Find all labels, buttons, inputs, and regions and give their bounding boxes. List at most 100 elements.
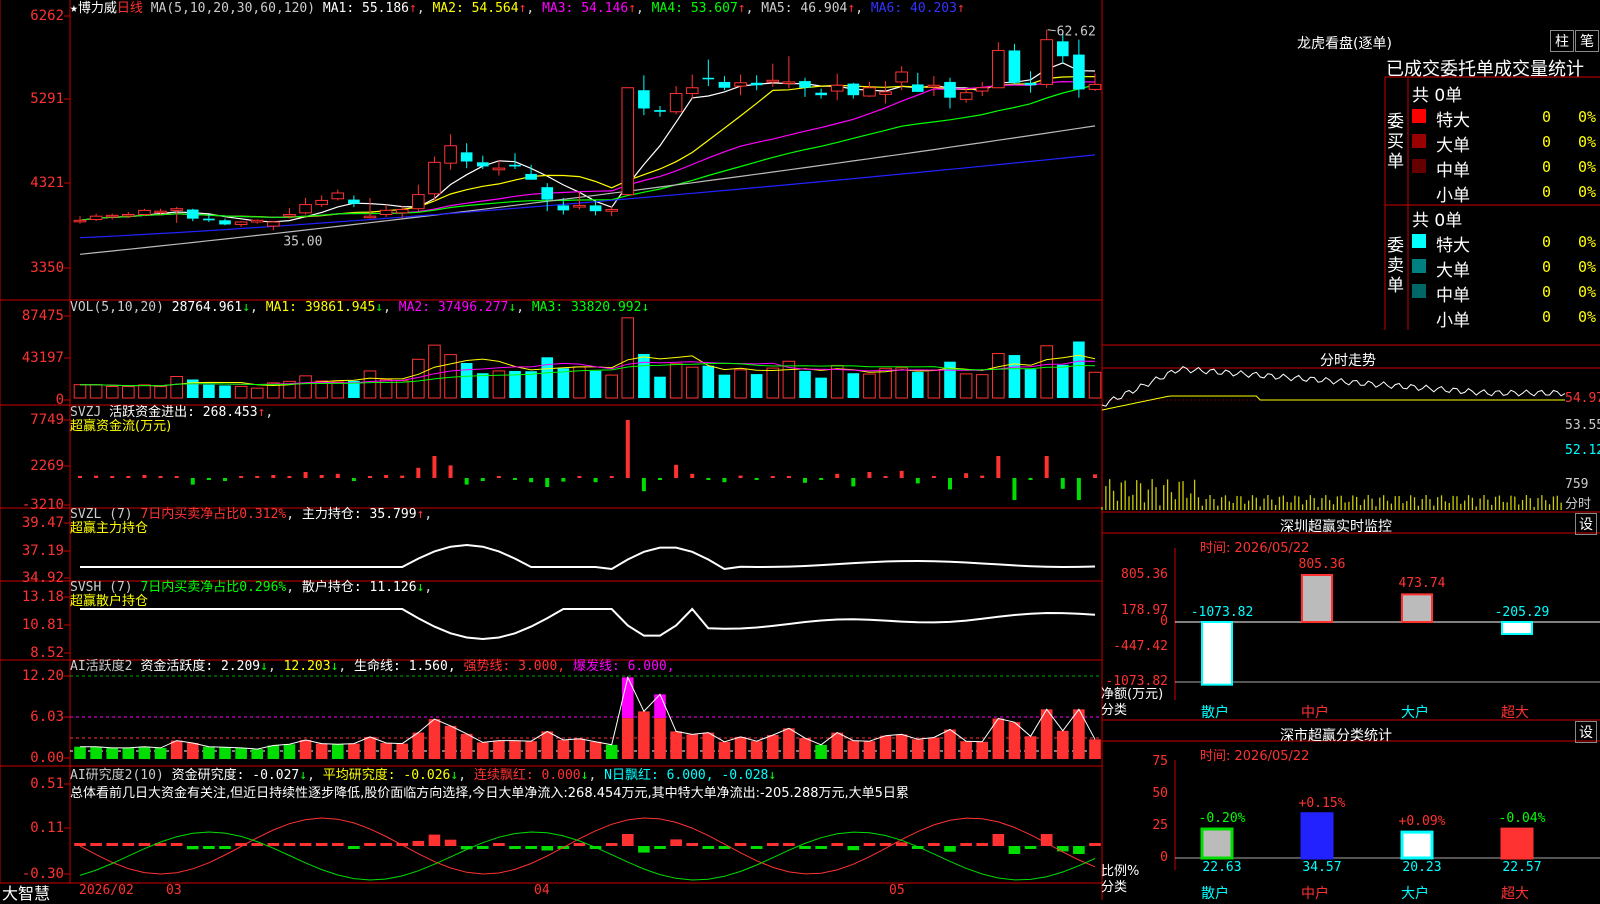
intraday-title: 分时走势 (1320, 353, 1376, 369)
volume-bar (89, 384, 103, 399)
candle-body (1024, 82, 1037, 86)
candle-body (1008, 50, 1021, 83)
volume-bar (992, 353, 1005, 399)
fundflow-bar (1028, 478, 1033, 480)
candle-body (203, 218, 215, 221)
volume-bar (154, 386, 167, 399)
volume-bar (1056, 364, 1069, 398)
fundflow-bar (948, 478, 952, 490)
activity-bar (219, 747, 231, 759)
volume-bar (395, 380, 409, 399)
volume-bar (1008, 355, 1021, 398)
volume-bar (138, 384, 151, 399)
monitor-category: 大户 (1401, 705, 1429, 721)
buy-row-pct: 0% (1578, 133, 1597, 151)
volume-bar (460, 363, 473, 398)
candle-body (895, 71, 908, 83)
candle-body (509, 164, 521, 167)
buy-total: 共 0单 (1412, 86, 1463, 106)
fundflow-bar (609, 476, 614, 478)
y-tick-label: 6262 (30, 8, 64, 24)
high-price-label: 62.62 (1057, 25, 1096, 40)
activity-bar (654, 718, 666, 759)
candle-body (170, 208, 183, 211)
research-bar (734, 843, 747, 846)
research-bar (380, 843, 392, 846)
class-category: 超大 (1501, 886, 1529, 902)
monitor-y-tick: -1073.82 (1105, 674, 1168, 689)
monitor-xlabel: 分类 (1101, 703, 1128, 718)
fundflow-bar (110, 476, 115, 478)
volume-bar (654, 376, 666, 398)
candle-body (122, 214, 135, 217)
fundflow-bar (770, 476, 775, 478)
volume-bar (525, 371, 537, 398)
research-bar (1024, 846, 1037, 849)
tick-mode-button[interactable]: 笔 (1575, 30, 1599, 52)
activity-bar (106, 747, 119, 759)
research-bar (1073, 846, 1085, 854)
research-bar (1040, 834, 1053, 846)
x-tick-may: 05 (889, 883, 905, 898)
fundflow-bar (223, 478, 227, 481)
activity-bar (815, 744, 827, 759)
research-bar (90, 843, 102, 846)
fundflow-bar (786, 476, 791, 478)
candle-body (944, 81, 956, 98)
class-bar-change: +0.15% (1298, 795, 1346, 811)
volume-bar (638, 353, 650, 398)
buy-swatch (1412, 134, 1426, 148)
class-title: 深市超赢分类统计 (1280, 728, 1392, 744)
candle-body (669, 93, 683, 113)
research-bar (476, 846, 489, 849)
activity-bar (1008, 722, 1021, 759)
activity-bar (766, 735, 779, 759)
candle-body (234, 221, 248, 225)
fundflow-bar (496, 476, 501, 478)
stock-chart-area[interactable]: 62.62 35.00 (0, 0, 1600, 900)
activity-bar (605, 744, 618, 759)
research-bar (509, 846, 521, 849)
research-bar (621, 834, 634, 846)
class-bar-中户 (1300, 812, 1334, 860)
volume-bar (718, 374, 731, 398)
class-settings-button[interactable]: 设 (1575, 721, 1597, 743)
monitor-y-tick: -447.42 (1113, 639, 1168, 654)
fundflow-bar (1060, 478, 1065, 489)
candle-body (863, 87, 876, 97)
volume-bar (170, 375, 183, 399)
fundflow-bar (126, 476, 131, 478)
activity-bar (944, 729, 956, 759)
candle-body (250, 219, 264, 223)
candle-body (589, 205, 602, 212)
activity-bar (315, 743, 328, 759)
activity-bar (928, 737, 940, 759)
volume-bar (122, 386, 135, 399)
research-bar (283, 843, 296, 846)
buy-row-name: 小单 (1436, 186, 1470, 206)
volume-bar (830, 364, 844, 399)
candle-body (557, 205, 570, 211)
svzj-header: SVZJ 活跃资金进出: 268.453↑, (70, 405, 274, 420)
fundflow-bar (625, 420, 630, 478)
monitor-title: 深圳超赢实时监控 (1280, 519, 1392, 535)
research-bar (863, 843, 876, 846)
candle-body (750, 82, 763, 86)
fundflow-bar (368, 476, 372, 478)
research-bar (412, 840, 425, 846)
sell-row-count: 0 (1542, 258, 1552, 276)
research-bar (605, 843, 618, 846)
bar-mode-button[interactable]: 柱 (1550, 30, 1574, 52)
y-tick-label: 8.52 (30, 645, 64, 661)
research-bar (315, 843, 328, 846)
research-bar (750, 846, 763, 849)
monitor-settings-button[interactable]: 设 (1575, 513, 1597, 535)
monitor-y-tick: 805.36 (1121, 567, 1168, 582)
intraday-vol-tick: 759 (1565, 477, 1589, 492)
buy-row-count: 0 (1542, 108, 1552, 126)
sell-swatch (1412, 234, 1426, 248)
ma5-value: 46.904 (800, 1, 848, 16)
x-tick-feb: 2026/02 (79, 883, 134, 898)
fundflow-bar (835, 473, 840, 478)
fundflow-bar (996, 456, 1001, 478)
